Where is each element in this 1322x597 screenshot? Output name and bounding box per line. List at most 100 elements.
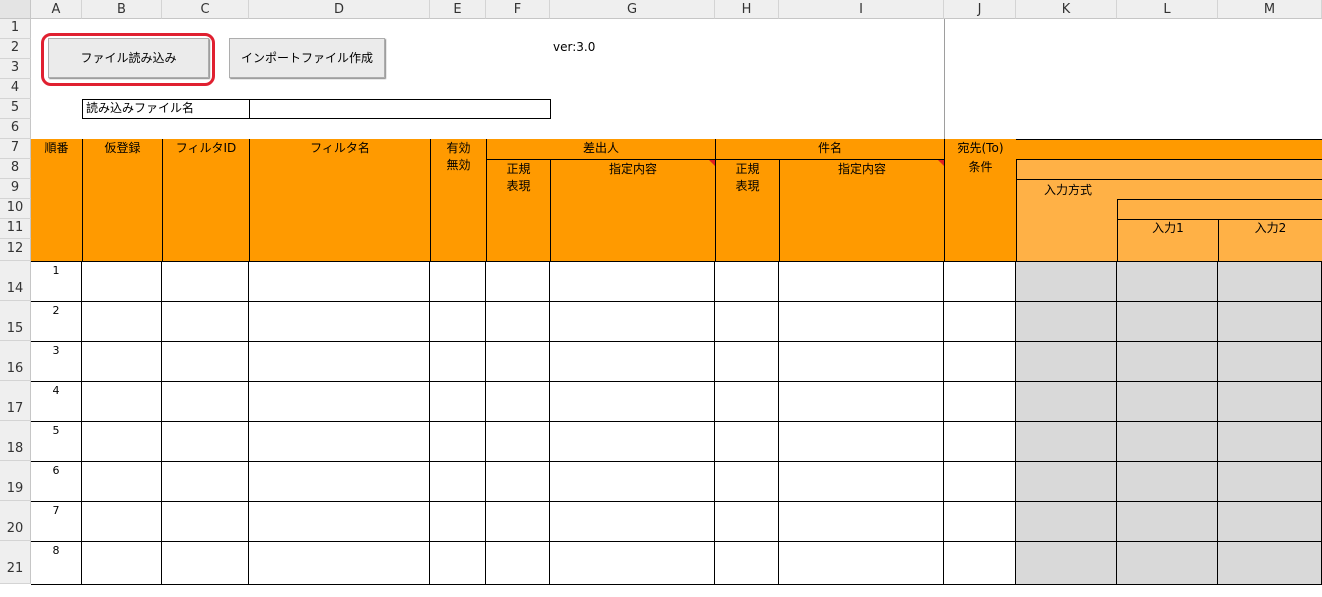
grid-cell-gray[interactable] xyxy=(1218,382,1322,422)
grid-cell-gray[interactable] xyxy=(1016,302,1117,342)
grid-cell[interactable] xyxy=(82,462,162,502)
grid-cell-gray[interactable] xyxy=(1117,462,1218,502)
column-header-a[interactable]: A xyxy=(31,0,82,19)
grid-cell[interactable] xyxy=(779,382,944,422)
grid-cell[interactable] xyxy=(82,302,162,342)
grid-cell[interactable] xyxy=(944,542,1016,585)
grid-cell-gray[interactable] xyxy=(1016,502,1117,542)
order-cell[interactable]: 7 xyxy=(31,502,82,542)
grid-cell[interactable] xyxy=(779,302,944,342)
column-header-k[interactable]: K xyxy=(1016,0,1117,19)
grid-cell-gray[interactable] xyxy=(1117,262,1218,302)
grid-cell[interactable] xyxy=(249,262,430,302)
grid-cell-gray[interactable] xyxy=(1117,542,1218,585)
grid-cell[interactable] xyxy=(162,422,249,462)
grid-cell[interactable] xyxy=(430,542,486,585)
order-cell[interactable]: 4 xyxy=(31,382,82,422)
grid-cell[interactable] xyxy=(715,422,779,462)
grid-cell[interactable] xyxy=(430,382,486,422)
grid-cell[interactable] xyxy=(550,302,715,342)
grid-cell[interactable] xyxy=(944,382,1016,422)
grid-cell[interactable] xyxy=(550,342,715,382)
column-header-e[interactable]: E xyxy=(430,0,486,19)
grid-cell[interactable] xyxy=(249,502,430,542)
grid-cell[interactable] xyxy=(486,462,550,502)
grid-cell[interactable] xyxy=(82,422,162,462)
grid-cell[interactable] xyxy=(779,342,944,382)
grid-cell[interactable] xyxy=(550,262,715,302)
grid-cell[interactable] xyxy=(162,302,249,342)
column-header-b[interactable]: B xyxy=(82,0,162,19)
grid-cell[interactable] xyxy=(486,422,550,462)
order-cell[interactable]: 2 xyxy=(31,302,82,342)
grid-cell-gray[interactable] xyxy=(1016,342,1117,382)
column-header-i[interactable]: I xyxy=(779,0,944,19)
grid-cell[interactable] xyxy=(715,302,779,342)
row-header-6[interactable]: 6 xyxy=(0,119,31,139)
row-header-12[interactable]: 12 xyxy=(0,239,31,261)
grid-cell-gray[interactable] xyxy=(1218,302,1322,342)
grid-cell[interactable] xyxy=(944,462,1016,502)
row-header-7[interactable]: 7 xyxy=(0,139,31,159)
row-header-17[interactable]: 17 xyxy=(0,381,31,421)
column-header-c[interactable]: C xyxy=(162,0,249,19)
row-header-3[interactable]: 3 xyxy=(0,59,31,79)
column-header-l[interactable]: L xyxy=(1117,0,1218,19)
column-header-h[interactable]: H xyxy=(715,0,779,19)
grid-cell[interactable] xyxy=(944,422,1016,462)
column-header-j[interactable]: J xyxy=(944,0,1016,19)
order-cell[interactable]: 1 xyxy=(31,262,82,302)
grid-cell[interactable] xyxy=(550,502,715,542)
grid-cell[interactable] xyxy=(486,542,550,585)
grid-cell-gray[interactable] xyxy=(1117,502,1218,542)
grid-cell[interactable] xyxy=(430,462,486,502)
grid-cell[interactable] xyxy=(162,262,249,302)
grid-cell[interactable] xyxy=(715,342,779,382)
grid-cell[interactable] xyxy=(162,382,249,422)
grid-cell[interactable] xyxy=(430,342,486,382)
grid-cell-gray[interactable] xyxy=(1117,382,1218,422)
grid-cell-gray[interactable] xyxy=(1218,462,1322,502)
row-header-8[interactable]: 8 xyxy=(0,159,31,179)
grid-cell[interactable] xyxy=(715,262,779,302)
row-header-14[interactable]: 14 xyxy=(0,261,31,301)
create-import-file-button[interactable]: インポートファイル作成 xyxy=(229,38,385,78)
grid-cell[interactable] xyxy=(486,342,550,382)
grid-cell[interactable] xyxy=(162,462,249,502)
grid-cell[interactable] xyxy=(779,262,944,302)
grid-cell[interactable] xyxy=(715,542,779,585)
read-file-button[interactable]: ファイル読み込み xyxy=(48,38,209,78)
order-cell[interactable]: 3 xyxy=(31,342,82,382)
grid-cell[interactable] xyxy=(486,302,550,342)
grid-cell-gray[interactable] xyxy=(1117,302,1218,342)
row-header-5[interactable]: 5 xyxy=(0,99,31,119)
grid-cell[interactable] xyxy=(715,502,779,542)
order-cell[interactable]: 8 xyxy=(31,542,82,585)
grid-cell[interactable] xyxy=(162,342,249,382)
grid-cell[interactable] xyxy=(82,262,162,302)
grid-cell-gray[interactable] xyxy=(1016,382,1117,422)
row-header-16[interactable]: 16 xyxy=(0,341,31,381)
grid-cell[interactable] xyxy=(486,502,550,542)
column-header-m[interactable]: M xyxy=(1218,0,1322,19)
grid-cell[interactable] xyxy=(162,542,249,585)
grid-cell-gray[interactable] xyxy=(1016,462,1117,502)
grid-cell[interactable] xyxy=(430,302,486,342)
grid-cell[interactable] xyxy=(715,382,779,422)
grid-cell[interactable] xyxy=(486,262,550,302)
grid-cell[interactable] xyxy=(249,422,430,462)
row-header-2[interactable]: 2 xyxy=(0,39,31,59)
grid-cell[interactable] xyxy=(430,502,486,542)
grid-cell[interactable] xyxy=(944,262,1016,302)
grid-cell[interactable] xyxy=(779,502,944,542)
row-header-20[interactable]: 20 xyxy=(0,501,31,541)
grid-cell-gray[interactable] xyxy=(1016,422,1117,462)
order-cell[interactable]: 5 xyxy=(31,422,82,462)
grid-cell[interactable] xyxy=(550,382,715,422)
column-header-g[interactable]: G xyxy=(550,0,715,19)
grid-cell-gray[interactable] xyxy=(1218,262,1322,302)
grid-cell[interactable] xyxy=(82,542,162,585)
column-header-f[interactable]: F xyxy=(486,0,550,19)
row-header-19[interactable]: 19 xyxy=(0,461,31,501)
grid-cell[interactable] xyxy=(82,342,162,382)
